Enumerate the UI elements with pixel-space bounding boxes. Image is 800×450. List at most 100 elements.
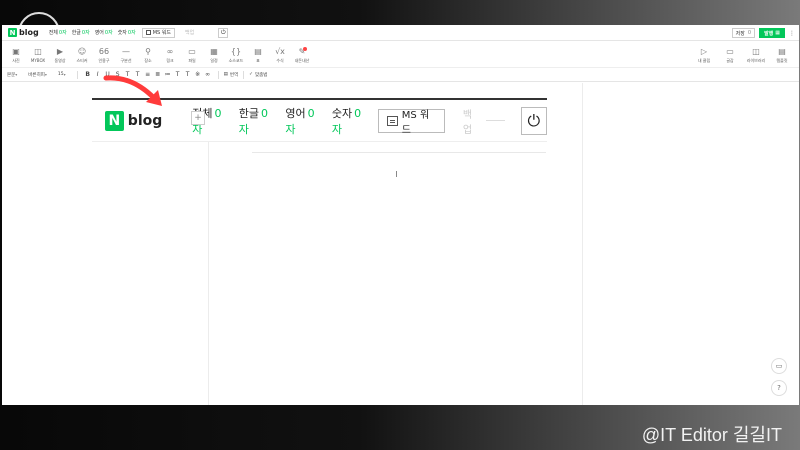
format-button-12[interactable]: ∞ [203, 71, 213, 78]
save-button[interactable]: 저장 0 [731, 28, 756, 38]
tool-label: 내 클립 [697, 57, 711, 63]
insert-tools-left: ▣ 사진 ◫ MYBOX ▶ 동영상 ☺ 스티커 66 인용구 — 구분선 ⚲ 장소 ∞ 링크 ▭ 파일 ▦ 일정{}… [5, 42, 799, 68]
ms-word-button[interactable]: MS 워드 [378, 108, 445, 136]
quote-icon: 66 [98, 46, 110, 56]
document-icon [387, 115, 398, 126]
text-cursor [396, 171, 397, 177]
tool-label: 링크 [166, 57, 174, 63]
place-icon: ⚲ [145, 46, 151, 56]
tool-label: 내돈내산 [294, 57, 310, 63]
link-icon: ∞ [166, 46, 174, 56]
naver-blog-logo[interactable]: N blog [8, 28, 39, 37]
blog-editor-window: N blog 전체0자 한글0자 영어0자 숫자0자 MS 워드 백업 ⏻ 저장… [2, 25, 799, 405]
format-button-0[interactable]: B [83, 71, 93, 78]
template-tool[interactable]: ▭ 글감 [717, 42, 743, 68]
help-icon[interactable]: ? [771, 380, 787, 396]
sourcecode-icon: {} [230, 46, 242, 56]
tool-label: 스티커 [76, 57, 88, 63]
blog-logo-text: blog [19, 28, 39, 37]
backup-status: 백업 [463, 106, 505, 136]
backup-progress-line [485, 120, 505, 121]
blog-logo-text: blog [127, 112, 163, 129]
tool-label: 사진 [12, 57, 20, 63]
ms-word-button[interactable]: MS 워드 [141, 27, 175, 38]
publish-label: 발행 [764, 30, 774, 37]
top-bar: N blog 전체0자 한글0자 영어0자 숫자0자 MS 워드 백업 ⏻ 저장… [2, 25, 799, 41]
file-icon: ▭ [188, 46, 196, 56]
ms-word-label: MS 워드 [401, 109, 430, 136]
add-component-button[interactable]: + [191, 111, 205, 125]
spellcheck-icon: ✓ [249, 72, 253, 77]
count-total: 전체0자 [48, 30, 67, 36]
tool-label: 파일 [188, 57, 196, 63]
tool-label: MYBOX [30, 58, 46, 63]
library-icon: ◫ [752, 46, 760, 56]
font-family-select[interactable]: 바른히피 [28, 72, 47, 78]
my-clip-tool[interactable]: ▷ 내 클립 [691, 42, 717, 68]
count-korean: 한글0자 [71, 30, 90, 36]
video-tool[interactable]: ▶ 동영상 [49, 42, 71, 68]
sticker-icon: ☺ [77, 46, 87, 56]
document-icon [145, 30, 151, 35]
format-button-10[interactable]: T [183, 71, 193, 78]
template2-icon: ▤ [778, 46, 786, 56]
count-number: 숫자0자 [331, 106, 362, 136]
power-icon[interactable]: ⏻ [218, 27, 229, 38]
tool-label: 수식 [276, 57, 284, 63]
left-gutter [90, 142, 209, 405]
photo-tool[interactable]: ▣ 사진 [5, 42, 27, 68]
backup-label: 백업 [462, 109, 473, 136]
toolbar-divider [243, 70, 245, 79]
blog-market-icon: ✎ [298, 46, 307, 56]
tool-label: 글감 [726, 57, 734, 63]
tool-label: 일정 [210, 57, 218, 63]
sticker-tool[interactable]: ☺ 스티커 [71, 42, 93, 68]
tool-label: 구분선 [120, 57, 132, 63]
my-clip-icon: ▷ [700, 46, 708, 56]
paragraph-style-select[interactable]: 본문 [7, 72, 17, 78]
title-underline [252, 152, 546, 153]
publish-button[interactable]: 발행 ▦ [759, 28, 785, 38]
translate-label: 번역 [229, 72, 239, 78]
divider-tool[interactable]: — 구분선 [115, 42, 137, 68]
photo-icon: ▣ [12, 46, 20, 56]
place-tool[interactable]: ⚲ 장소 [137, 42, 159, 68]
template2-tool[interactable]: ▤ 템플릿 [769, 42, 795, 68]
watermark-text: @IT Editor 길길IT [641, 425, 782, 445]
mybox-tool[interactable]: ◫ MYBOX [27, 42, 49, 68]
tool-label: 인용구 [98, 57, 110, 63]
blog-market-tool[interactable]: ✎ 내돈내산 [291, 42, 313, 68]
count-english: 영어0자 [285, 106, 315, 136]
count-korean: 한글0자 [238, 106, 269, 136]
toolbar-divider [217, 70, 219, 79]
naver-n-icon: N [8, 28, 17, 37]
insert-tools-right: ▷ 내 클립 ▭ 글감 ◫ 라이브러리 ▤ 템플릿 [691, 42, 795, 68]
insert-toolbar: ▣ 사진 ◫ MYBOX ▶ 동영상 ☺ 스티커 66 인용구 — 구분선 ⚲ 장소 ∞ 링크 ▭ 파일 ▦ 일정{}… [2, 42, 799, 68]
format-button-11[interactable]: ※ [193, 71, 203, 78]
translate-icon: ▤ [223, 72, 228, 77]
screen-mode-icon[interactable]: ▭ [771, 358, 787, 374]
spellcheck-button[interactable]: ✓ 맞춤법 [249, 72, 267, 78]
annotation-arrow-icon [103, 75, 162, 106]
power-icon[interactable]: ⏻ [520, 106, 547, 135]
schedule-tool[interactable]: ▦ 일정 [203, 42, 225, 68]
video-icon: ▶ [56, 46, 64, 56]
table-tool[interactable]: ▤ 표 [247, 42, 269, 68]
translate-button[interactable]: ▤ 번역 [224, 72, 239, 78]
format-button-9[interactable]: T [173, 71, 183, 78]
table-icon: ▤ [254, 46, 262, 56]
quote-tool[interactable]: 66 인용구 [93, 42, 115, 68]
divider-icon: — [122, 46, 130, 56]
font-size-select[interactable]: 15 [58, 72, 66, 77]
save-count: 0 [747, 30, 752, 36]
sourcecode-tool[interactable]: {} 소스코드 [225, 42, 247, 68]
template-icon: ▭ [726, 46, 734, 56]
formula-tool[interactable]: √x 수식 [269, 42, 291, 68]
tool-label: 표 [256, 57, 260, 63]
tool-label: 소스코드 [228, 57, 244, 63]
link-tool[interactable]: ∞ 링크 [159, 42, 181, 68]
file-tool[interactable]: ▭ 파일 [181, 42, 203, 68]
library-tool[interactable]: ◫ 라이브러리 [743, 42, 769, 68]
formula-icon: √x [275, 46, 285, 56]
more-menu-icon[interactable]: ⋮ [789, 30, 795, 37]
